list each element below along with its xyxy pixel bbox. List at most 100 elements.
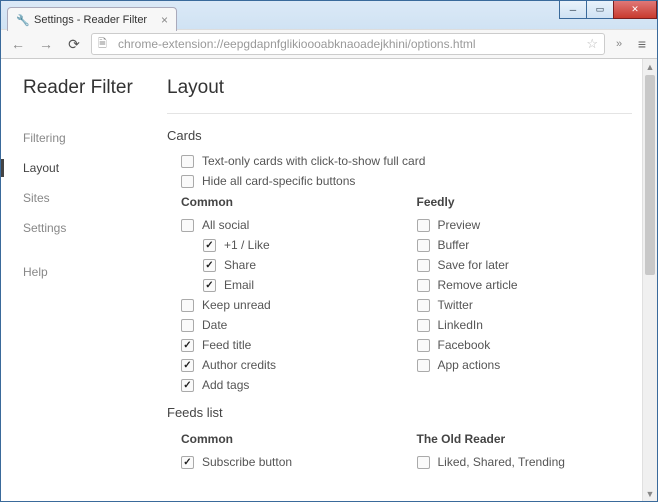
checkbox[interactable] xyxy=(181,339,194,352)
opt-label: Facebook xyxy=(438,338,491,352)
checkbox[interactable] xyxy=(417,339,430,352)
checkbox[interactable] xyxy=(417,259,430,272)
sidebar-item-sites[interactable]: Sites xyxy=(23,183,163,213)
opt-label: Text-only cards with click-to-show full … xyxy=(202,154,425,168)
sidebar-item-settings[interactable]: Settings xyxy=(23,213,163,243)
opt-remove-article[interactable]: Remove article xyxy=(417,275,633,295)
app-title: Reader Filter xyxy=(23,77,163,99)
checkbox[interactable] xyxy=(417,359,430,372)
opt-hide-card-buttons[interactable]: Hide all card-specific buttons xyxy=(181,171,632,191)
opt-label: Liked, Shared, Trending xyxy=(438,455,565,469)
forward-button[interactable]: → xyxy=(35,33,57,55)
opt-label: Remove article xyxy=(438,278,518,292)
opt-twitter[interactable]: Twitter xyxy=(417,295,633,315)
opt-label: Save for later xyxy=(438,258,509,272)
col-title-common2: Common xyxy=(181,432,397,446)
checkbox[interactable] xyxy=(417,319,430,332)
opt-label: Share xyxy=(224,258,256,272)
maximize-button[interactable]: ▭ xyxy=(586,1,614,19)
chrome-menu-button[interactable]: ≡ xyxy=(633,36,651,52)
checkbox[interactable] xyxy=(417,239,430,252)
reload-button[interactable]: ⟳ xyxy=(63,33,85,55)
content-viewport: Reader Filter Filtering Layout Sites Set… xyxy=(1,59,657,501)
opt-liked-shared-trending[interactable]: Liked, Shared, Trending xyxy=(417,452,633,472)
opt-app-actions[interactable]: App actions xyxy=(417,355,633,375)
opt-label: Buffer xyxy=(438,238,470,252)
checkbox[interactable] xyxy=(181,175,194,188)
checkbox[interactable] xyxy=(181,379,194,392)
window-close-button[interactable]: ✕ xyxy=(613,1,657,19)
checkbox[interactable] xyxy=(417,299,430,312)
opt-share[interactable]: Share xyxy=(181,255,397,275)
opt-preview[interactable]: Preview xyxy=(417,215,633,235)
checkbox[interactable] xyxy=(417,219,430,232)
feeds-oldreader-column: The Old Reader Liked, Shared, Trending xyxy=(417,428,633,472)
address-bar[interactable]: 🗎 chrome-extension://eepgdapnfglikioooab… xyxy=(91,33,605,55)
opt-date[interactable]: Date xyxy=(181,315,397,335)
opt-label: Email xyxy=(224,278,254,292)
opt-feed-title[interactable]: Feed title xyxy=(181,335,397,355)
opt-keep-unread[interactable]: Keep unread xyxy=(181,295,397,315)
opt-label: App actions xyxy=(438,358,501,372)
opt-label: All social xyxy=(202,218,249,232)
sidebar-item-filtering[interactable]: Filtering xyxy=(23,123,163,153)
back-button[interactable]: ← xyxy=(7,33,29,55)
extensions-overflow-button[interactable]: » xyxy=(611,38,627,50)
page-title: Layout xyxy=(167,77,632,99)
checkbox[interactable] xyxy=(417,456,430,469)
scrollbar-thumb[interactable] xyxy=(645,75,655,275)
scroll-down-arrow-icon[interactable]: ▼ xyxy=(643,486,657,501)
vertical-scrollbar[interactable]: ▲ ▼ xyxy=(642,59,657,501)
checkbox[interactable] xyxy=(203,279,216,292)
sidebar-item-layout[interactable]: Layout xyxy=(23,153,163,183)
checkbox[interactable] xyxy=(181,319,194,332)
bookmark-star-icon[interactable]: ☆ xyxy=(586,36,598,52)
titlebar: 🔧 Settings - Reader Filter × ─ ▭ ✕ xyxy=(1,1,657,29)
opt-label: Keep unread xyxy=(202,298,271,312)
checkbox[interactable] xyxy=(181,456,194,469)
browser-window: 🔧 Settings - Reader Filter × ─ ▭ ✕ ← → ⟳… xyxy=(0,0,658,502)
opt-all-social[interactable]: All social xyxy=(181,215,397,235)
checkbox[interactable] xyxy=(203,259,216,272)
scroll-up-arrow-icon[interactable]: ▲ xyxy=(643,59,657,74)
opt-subscribe-button[interactable]: Subscribe button xyxy=(181,452,397,472)
col-title-common: Common xyxy=(181,195,397,209)
opt-label: Twitter xyxy=(438,298,473,312)
opt-author-credits[interactable]: Author credits xyxy=(181,355,397,375)
col-title-oldreader: The Old Reader xyxy=(417,432,633,446)
opt-facebook[interactable]: Facebook xyxy=(417,335,633,355)
sidebar-item-help[interactable]: Help xyxy=(23,257,163,287)
browser-toolbar: ← → ⟳ 🗎 chrome-extension://eepgdapnfglik… xyxy=(1,29,657,59)
tab-close-icon[interactable]: × xyxy=(161,13,168,27)
browser-tab[interactable]: 🔧 Settings - Reader Filter × xyxy=(7,7,177,31)
opt-linkedin[interactable]: LinkedIn xyxy=(417,315,633,335)
settings-main: Layout Cards Text-only cards with click-… xyxy=(163,77,632,501)
opt-text-only-cards[interactable]: Text-only cards with click-to-show full … xyxy=(181,151,632,171)
page-content: Reader Filter Filtering Layout Sites Set… xyxy=(1,59,642,501)
opt-label: Hide all card-specific buttons xyxy=(202,174,355,188)
checkbox[interactable] xyxy=(417,279,430,292)
col-title-feedly: Feedly xyxy=(417,195,633,209)
page-icon: 🗎 xyxy=(98,35,112,54)
tab-title: Settings - Reader Filter xyxy=(34,14,147,26)
checkbox[interactable] xyxy=(181,299,194,312)
opt-save-for-later[interactable]: Save for later xyxy=(417,255,633,275)
checkbox[interactable] xyxy=(181,155,194,168)
section-feeds-title: Feeds list xyxy=(167,405,632,420)
cards-common-column: Common All social +1 / Like Share Email … xyxy=(181,191,397,395)
opt-email[interactable]: Email xyxy=(181,275,397,295)
opt-label: Feed title xyxy=(202,338,251,352)
cards-feedly-column: Feedly Preview Buffer Save for later Rem… xyxy=(417,191,633,395)
opt-label: LinkedIn xyxy=(438,318,483,332)
opt-add-tags[interactable]: Add tags xyxy=(181,375,397,395)
minimize-button[interactable]: ─ xyxy=(559,1,587,19)
opt-label: Author credits xyxy=(202,358,276,372)
checkbox[interactable] xyxy=(181,219,194,232)
opt-buffer[interactable]: Buffer xyxy=(417,235,633,255)
wrench-icon: 🔧 xyxy=(16,14,28,26)
checkbox[interactable] xyxy=(181,359,194,372)
opt-label: Date xyxy=(202,318,227,332)
feeds-common-column: Common Subscribe button xyxy=(181,428,397,472)
opt-plus1-like[interactable]: +1 / Like xyxy=(181,235,397,255)
checkbox[interactable] xyxy=(203,239,216,252)
